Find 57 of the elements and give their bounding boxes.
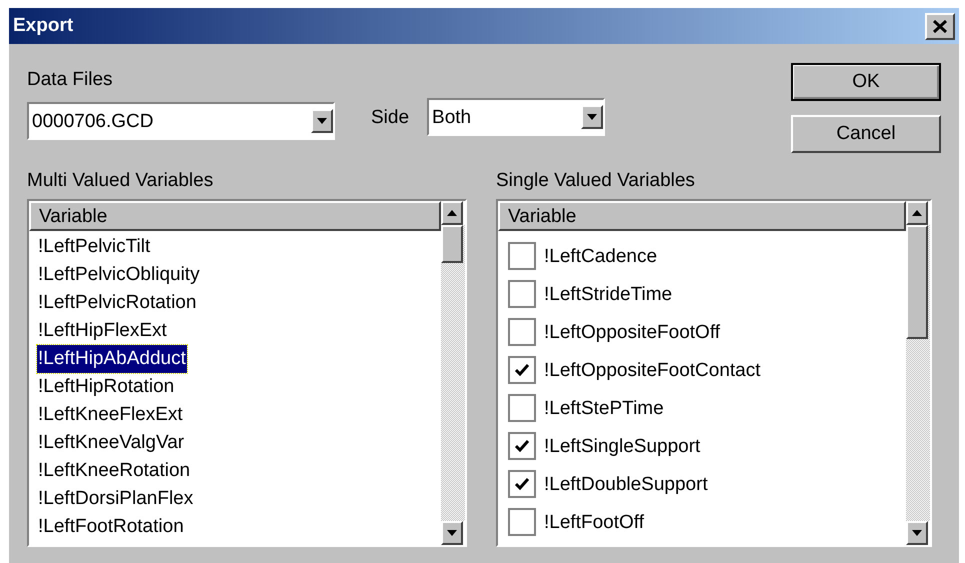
column-header[interactable]: Variable (29, 201, 441, 231)
checkbox[interactable] (508, 280, 536, 308)
checkbox[interactable] (508, 432, 536, 460)
down-arrow-icon (447, 530, 457, 536)
window-title: Export (13, 14, 74, 38)
list-item[interactable]: !LeftPelvicRotation (37, 289, 198, 317)
scrollbar-thumb[interactable] (441, 225, 463, 263)
scroll-up-button[interactable] (906, 201, 928, 225)
list-item[interactable]: !LeftHipFlexExt (37, 317, 168, 345)
checkbox[interactable] (508, 470, 536, 498)
list-item[interactable]: !LeftKneeRotation (37, 457, 192, 485)
dropdown-arrow-button[interactable] (311, 109, 333, 133)
close-icon (933, 20, 947, 32)
list-item[interactable]: !LeftFootRotation (37, 513, 185, 541)
list-item[interactable]: !LeftHipRotation (37, 373, 176, 401)
variable-label: !LeftOppositeFootOff (544, 322, 720, 342)
section-label: Multi Valued Variables (27, 171, 214, 193)
checkbox[interactable] (508, 242, 536, 270)
scroll-down-button[interactable] (906, 521, 928, 545)
variable-label: !LeftStePTime (544, 398, 664, 418)
column-header[interactable]: Variable (498, 201, 906, 231)
down-arrow-icon (587, 114, 598, 120)
variable-label: !LeftCadence (544, 246, 658, 266)
down-arrow-icon (912, 530, 922, 536)
check-icon (515, 364, 529, 376)
dialog-button[interactable]: OK (791, 63, 941, 101)
list-item[interactable]: !LeftPelvicObliquity (37, 261, 201, 289)
scroll-down-button[interactable] (441, 521, 463, 545)
checkbox[interactable] (508, 318, 536, 346)
variable-label: !LeftDoubleSupport (544, 474, 708, 494)
dropdown-arrow-button[interactable] (581, 105, 604, 129)
down-arrow-icon (317, 118, 327, 124)
up-arrow-icon (447, 210, 457, 216)
variable-label: !LeftFootOff (544, 512, 644, 532)
variable-label: !LeftOppositeFootContact (544, 360, 761, 380)
dialog-button[interactable]: Cancel (791, 115, 941, 153)
list-item[interactable]: !LeftDorsiPlanFlex (37, 485, 194, 513)
check-icon (515, 440, 529, 452)
up-arrow-icon (912, 210, 922, 216)
variable-label: !LeftStrideTime (544, 284, 672, 304)
field-label: Data Files (27, 70, 114, 92)
dropdown-field[interactable]: 0000706.GCD (27, 102, 335, 140)
section-label: Single Valued Variables (496, 171, 696, 193)
list-item[interactable]: !LeftKneeValgVar (37, 429, 186, 457)
check-icon (515, 478, 529, 490)
list-item[interactable]: !LeftKneeFlexExt (37, 401, 184, 429)
checkbox[interactable] (508, 394, 536, 422)
checkbox[interactable] (508, 356, 536, 384)
dropdown-field[interactable]: Both (427, 98, 606, 136)
checkbox[interactable] (508, 508, 536, 536)
field-label: Side (371, 108, 410, 127)
variable-label: !LeftSingleSupport (544, 436, 700, 456)
scrollbar-thumb[interactable] (906, 225, 928, 339)
close-button[interactable] (925, 12, 955, 40)
list-item[interactable]: !LeftPelvicTilt (37, 233, 152, 261)
list-item[interactable]: !LeftHipAbAdduct (37, 345, 187, 373)
scroll-up-button[interactable] (441, 201, 463, 225)
